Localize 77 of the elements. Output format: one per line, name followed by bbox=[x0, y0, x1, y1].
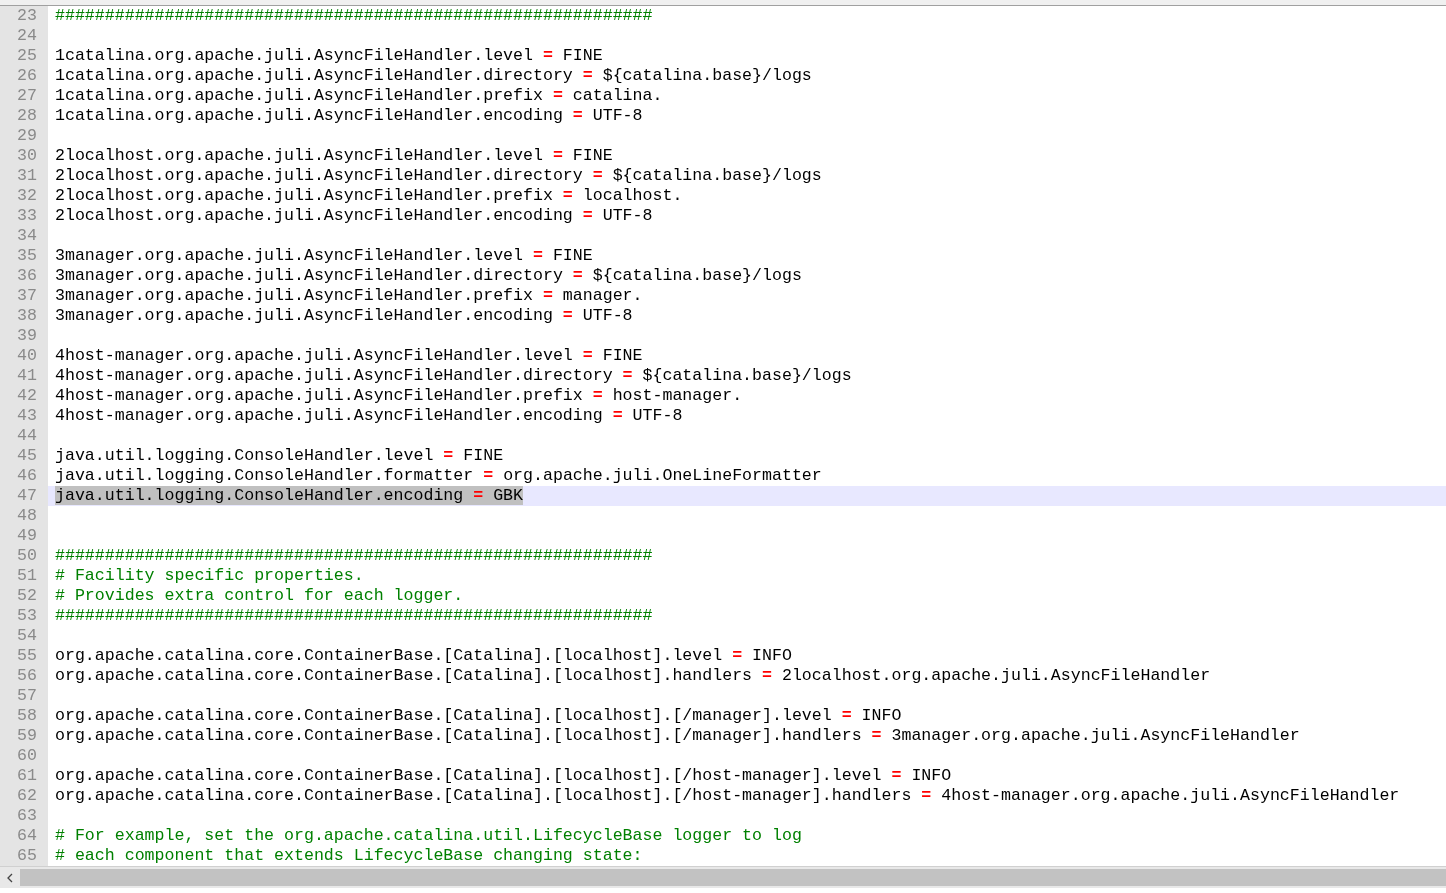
line-number: 32 bbox=[0, 186, 48, 206]
line-number: 64 bbox=[0, 826, 48, 846]
code-comment: ############################################################ bbox=[55, 606, 653, 625]
code-line: 4host-manager.org.apache.juli.AsyncFileHandler.level = FINE bbox=[55, 346, 643, 365]
code-line: 3manager.org.apache.juli.AsyncFileHandler.level = FINE bbox=[55, 246, 593, 265]
line-number: 46 bbox=[0, 466, 48, 486]
code-line: java.util.logging.ConsoleHandler.level = FINE bbox=[55, 446, 504, 465]
line-number: 48 bbox=[0, 506, 48, 526]
code-line: 1catalina.org.apache.juli.AsyncFileHandler.prefix = catalina. bbox=[55, 86, 663, 105]
code-line: 1catalina.org.apache.juli.AsyncFileHandler.directory = ${catalina.base}/logs bbox=[55, 66, 812, 85]
code-comment: # Facility specific properties. bbox=[55, 566, 364, 585]
code-line: 3manager.org.apache.juli.AsyncFileHandler.encoding = UTF-8 bbox=[55, 306, 633, 325]
code-line: org.apache.catalina.core.ContainerBase.[Catalina].[localhost].handlers = 2localhost.org.apache.juli.AsyncFileHandler bbox=[55, 666, 1211, 685]
code-line: org.apache.catalina.core.ContainerBase.[Catalina].[localhost].level = INFO bbox=[55, 646, 792, 665]
code-line: org.apache.catalina.core.ContainerBase.[Catalina].[localhost].[/host-manager].level = INFO bbox=[55, 766, 952, 785]
line-number: 42 bbox=[0, 386, 48, 406]
line-number: 56 bbox=[0, 666, 48, 686]
line-number: 25 bbox=[0, 46, 48, 66]
line-number: 39 bbox=[0, 326, 48, 346]
code-comment: ############################################################ bbox=[55, 6, 653, 25]
code-line: java.util.logging.ConsoleHandler.formatter = org.apache.juli.OneLineFormatter bbox=[55, 466, 822, 485]
code-comment: ############################################################ bbox=[55, 546, 653, 565]
line-number: 41 bbox=[0, 366, 48, 386]
line-number: 57 bbox=[0, 686, 48, 706]
code-line: 2localhost.org.apache.juli.AsyncFileHandler.level = FINE bbox=[55, 146, 613, 165]
line-number: 29 bbox=[0, 126, 48, 146]
line-number: 37 bbox=[0, 286, 48, 306]
line-number: 27 bbox=[0, 86, 48, 106]
code-line: 4host-manager.org.apache.juli.AsyncFileHandler.prefix = host-manager. bbox=[55, 386, 743, 405]
code-line: 3manager.org.apache.juli.AsyncFileHandler.directory = ${catalina.base}/logs bbox=[55, 266, 802, 285]
line-number: 52 bbox=[0, 586, 48, 606]
line-number: 54 bbox=[0, 626, 48, 646]
line-number: 43 bbox=[0, 406, 48, 426]
code-line: 1catalina.org.apache.juli.AsyncFileHandler.level = FINE bbox=[55, 46, 603, 65]
line-number: 45 bbox=[0, 446, 48, 466]
code-comment: # Provides extra control for each logger. bbox=[55, 586, 464, 605]
line-number: 23 bbox=[0, 6, 48, 26]
line-number: 36 bbox=[0, 266, 48, 286]
horizontal-scrollbar[interactable] bbox=[0, 866, 1446, 888]
line-number: 40 bbox=[0, 346, 48, 366]
line-number: 60 bbox=[0, 746, 48, 766]
code-comment: # each component that extends LifecycleBase changing state: bbox=[55, 846, 643, 865]
line-number: 47 bbox=[0, 486, 48, 506]
line-number: 53 bbox=[0, 606, 48, 626]
line-number: 38 bbox=[0, 306, 48, 326]
line-number: 58 bbox=[0, 706, 48, 726]
line-number: 55 bbox=[0, 646, 48, 666]
code-line: 4host-manager.org.apache.juli.AsyncFileHandler.directory = ${catalina.base}/logs bbox=[55, 366, 852, 385]
line-number: 34 bbox=[0, 226, 48, 246]
line-number: 44 bbox=[0, 426, 48, 446]
scrollbar-thumb[interactable] bbox=[20, 869, 1446, 886]
line-number: 28 bbox=[0, 106, 48, 126]
line-number: 61 bbox=[0, 766, 48, 786]
line-number: 24 bbox=[0, 26, 48, 46]
code-comment: # For example, set the org.apache.catalina.util.LifecycleBase logger to log bbox=[55, 826, 802, 845]
scroll-left-icon[interactable] bbox=[6, 872, 14, 883]
line-number: 50 bbox=[0, 546, 48, 566]
line-number: 49 bbox=[0, 526, 48, 546]
line-number: 62 bbox=[0, 786, 48, 806]
line-number: 31 bbox=[0, 166, 48, 186]
code-line: org.apache.catalina.core.ContainerBase.[Catalina].[localhost].[/manager].handlers = 3manager.org.apache.juli.AsyncFileHandler bbox=[55, 726, 1300, 745]
line-number: 30 bbox=[0, 146, 48, 166]
code-line: 2localhost.org.apache.juli.AsyncFileHandler.directory = ${catalina.base}/logs bbox=[55, 166, 822, 185]
code-line: 3manager.org.apache.juli.AsyncFileHandler.prefix = manager. bbox=[55, 286, 643, 305]
code-line: 2localhost.org.apache.juli.AsyncFileHandler.prefix = localhost. bbox=[55, 186, 683, 205]
line-number: 59 bbox=[0, 726, 48, 746]
code-line: 4host-manager.org.apache.juli.AsyncFileHandler.encoding = UTF-8 bbox=[55, 406, 683, 425]
line-number: 51 bbox=[0, 566, 48, 586]
line-number: 65 bbox=[0, 846, 48, 866]
line-number: 63 bbox=[0, 806, 48, 826]
code-line: org.apache.catalina.core.ContainerBase.[Catalina].[localhost].[/manager].level = INFO bbox=[55, 706, 902, 725]
code-line: org.apache.catalina.core.ContainerBase.[Catalina].[localhost].[/host-manager].handlers = 4host-manager.org.apache.juli.AsyncFileHandler bbox=[55, 786, 1400, 805]
line-number: 35 bbox=[0, 246, 48, 266]
line-number: 33 bbox=[0, 206, 48, 226]
code-line: 1catalina.org.apache.juli.AsyncFileHandler.encoding = UTF-8 bbox=[55, 106, 643, 125]
code-line: 2localhost.org.apache.juli.AsyncFileHandler.encoding = UTF-8 bbox=[55, 206, 653, 225]
line-number: 26 bbox=[0, 66, 48, 86]
